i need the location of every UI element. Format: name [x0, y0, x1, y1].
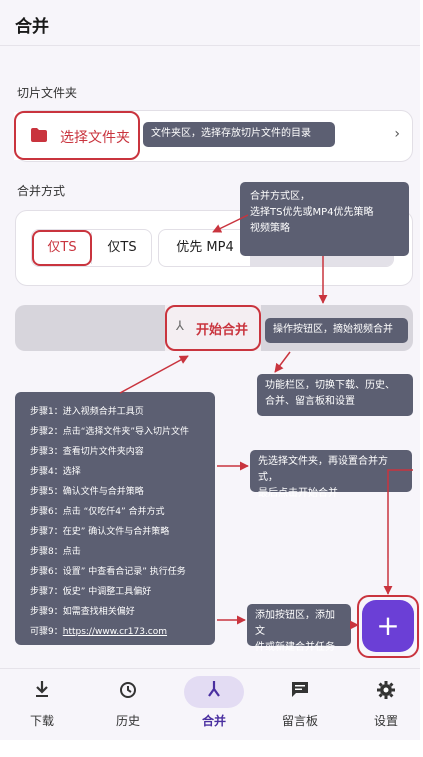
nav-download[interactable]: 下载 — [0, 668, 84, 740]
merge-icon — [172, 680, 256, 702]
app-screen: 合并 切片文件夹 选择文件夹 › 文件夹区，选择存放切片文件的目录 合并方式 仅… — [0, 0, 420, 740]
nav-message-board[interactable]: 留言板 — [258, 668, 342, 740]
settings-icon — [344, 680, 420, 702]
annotation-arrows — [0, 214, 413, 670]
nav-settings[interactable]: 设置 — [344, 668, 420, 740]
nav-history[interactable]: 历史 — [86, 668, 170, 740]
message-board-icon — [258, 680, 342, 702]
arrow-to-nav-tip — [274, 351, 291, 373]
arrow-merge-tip — [212, 214, 249, 233]
arrow-to-start — [119, 355, 189, 394]
nav-merge[interactable]: 合并 — [172, 668, 256, 740]
download-icon — [0, 680, 84, 702]
arrow-flow-to-fab — [383, 469, 413, 595]
history-icon — [86, 680, 170, 702]
